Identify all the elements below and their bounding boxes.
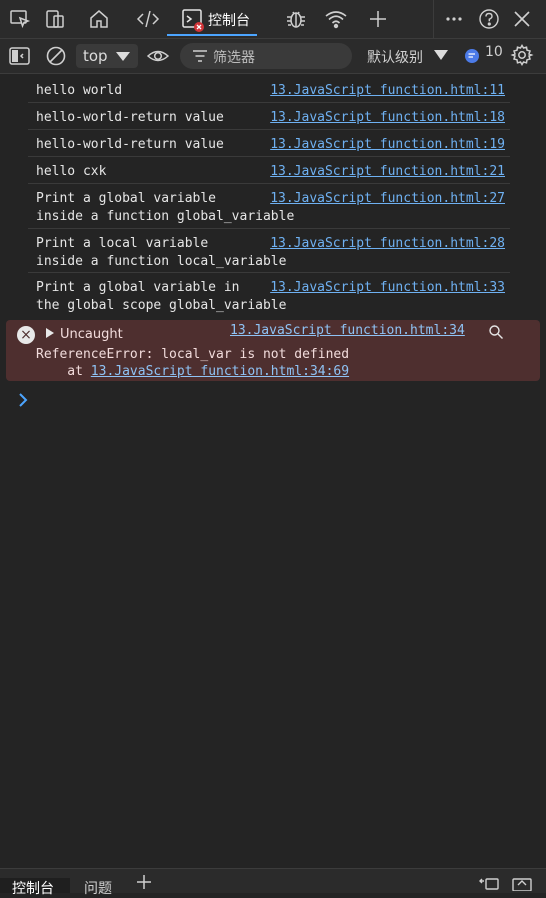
log-source-link[interactable]: 13.JavaScript function.html:18 [270, 109, 505, 127]
close-devtools-icon[interactable] [510, 7, 534, 31]
filter-placeholder: 筛选器 [213, 50, 255, 66]
log-message: Print a local variable inside a function… [36, 236, 287, 269]
console-prompt-chevron-icon[interactable] [16, 390, 30, 410]
drawer-tab-issues[interactable]: 问题 [84, 878, 112, 898]
tab-console[interactable]: 控制台 [167, 0, 257, 38]
active-tab-indicator [167, 34, 257, 36]
log-message: hello-world-return value [36, 137, 224, 152]
filter-input[interactable]: 筛选器 [180, 43, 352, 69]
toolbar-divider [433, 0, 434, 38]
log-message: Print a global variable in the global sc… [36, 280, 287, 313]
device-emulation-icon[interactable] [43, 7, 67, 31]
log-level-label: 默认级别 [367, 50, 423, 66]
level-chevron-down-icon [434, 50, 448, 60]
log-message: hello-world-return value [36, 110, 224, 125]
console-icon [181, 8, 204, 32]
log-message: hello world [36, 83, 123, 98]
log-source-link[interactable]: 13.JavaScript function.html:19 [270, 136, 505, 154]
help-icon[interactable] [477, 7, 501, 31]
drawer-tab-console[interactable]: 控制台 [0, 878, 70, 897]
stack-prefix: at [36, 364, 91, 379]
add-tab-icon[interactable] [366, 7, 390, 31]
error-icon: × [17, 326, 35, 344]
log-source-link[interactable]: 13.JavaScript function.html:27 [270, 190, 505, 208]
context-selector[interactable]: top [76, 44, 138, 68]
inspect-element-icon[interactable] [8, 7, 32, 31]
network-wifi-icon[interactable] [324, 7, 348, 31]
filter-icon [193, 50, 207, 62]
log-entry: hello cxk 13.JavaScript function.html:21 [28, 157, 510, 184]
log-message: Print a global variable inside a functio… [36, 191, 295, 224]
stack-source-link[interactable]: 13.JavaScript function.html:34:69 [91, 364, 349, 379]
error-entry: × Uncaught 13.JavaScript function.html:3… [6, 320, 540, 381]
log-message: hello cxk [36, 164, 107, 179]
log-source-link[interactable]: 13.JavaScript function.html:28 [270, 235, 505, 253]
add-drawer-tab-icon[interactable] [136, 874, 152, 890]
messages-count-icon[interactable] [464, 48, 480, 64]
elements-code-icon[interactable] [136, 7, 160, 31]
debug-bug-icon[interactable] [284, 7, 308, 31]
error-stack-line: at 13.JavaScript function.html:34:69 [36, 363, 349, 381]
home-icon[interactable] [87, 7, 111, 31]
error-message: ReferenceError: local_var is not defined [36, 347, 350, 362]
drawer-tab-issues-label: 问题 [84, 881, 112, 897]
log-entry: Print a local variable inside a function… [28, 229, 510, 273]
more-options-icon[interactable] [442, 7, 466, 31]
log-level-dropdown[interactable]: 默认级别 [367, 47, 423, 67]
chevron-down-icon [116, 52, 130, 61]
clear-console-icon[interactable] [45, 45, 67, 67]
tab-console-label: 控制台 [208, 13, 250, 29]
log-entry: hello-world-return value 13.JavaScript f… [28, 130, 510, 157]
dock-side-icon[interactable] [478, 875, 500, 891]
search-icon[interactable] [488, 324, 504, 340]
sidebar-toggle-icon[interactable] [8, 45, 32, 67]
devtools-top-bar: 控制台 [0, 0, 546, 39]
live-expression-eye-icon[interactable] [146, 46, 170, 66]
collapse-drawer-icon[interactable] [511, 875, 533, 891]
log-entry: Print a global variable in the global sc… [28, 273, 510, 316]
message-count: 10 [485, 44, 503, 60]
console-settings-gear-icon[interactable] [510, 43, 534, 67]
error-source-link[interactable]: 13.JavaScript function.html:34 [230, 322, 465, 340]
error-label: Uncaught [60, 327, 123, 342]
context-selector-value: top [83, 47, 108, 65]
log-entry: Print a global variable inside a functio… [28, 184, 510, 229]
expand-triangle-icon[interactable] [46, 328, 54, 338]
log-entry: hello world 13.JavaScript function.html:… [28, 76, 510, 103]
log-source-link[interactable]: 13.JavaScript function.html:11 [270, 82, 505, 100]
log-source-link[interactable]: 13.JavaScript function.html:33 [270, 279, 505, 297]
log-source-link[interactable]: 13.JavaScript function.html:21 [270, 163, 505, 181]
drawer-tab-bar: 控制台 问题 [0, 868, 546, 897]
drawer-tab-console-label: 控制台 [12, 881, 54, 897]
console-output: hello world 13.JavaScript function.html:… [0, 74, 546, 869]
log-entry: hello-world-return value 13.JavaScript f… [28, 103, 510, 130]
